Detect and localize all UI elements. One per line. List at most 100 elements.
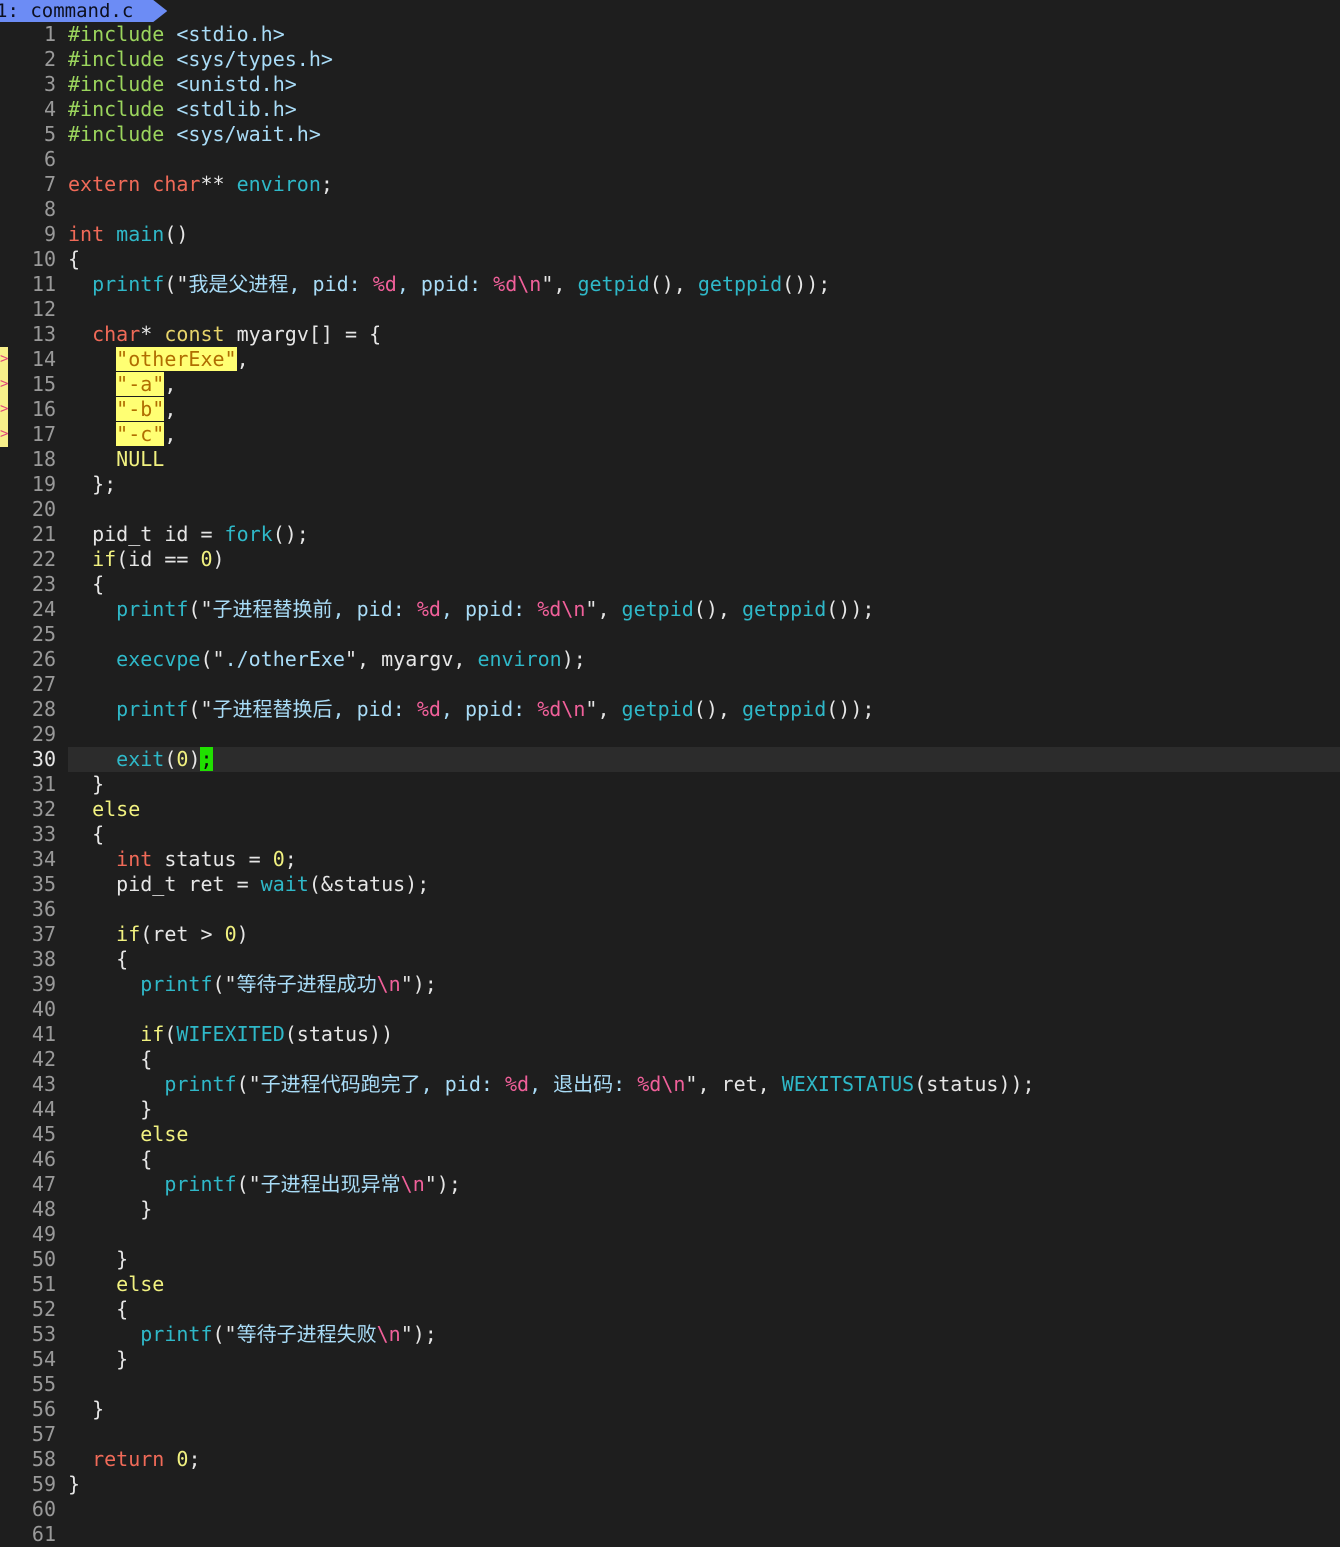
code-line[interactable]: 48 } [0, 1197, 1340, 1222]
code-token: <sys/types.h> [176, 47, 333, 71]
tab-command-c[interactable]: 1: command.c [0, 0, 167, 22]
code-line[interactable]: 19 }; [0, 472, 1340, 497]
line-number: 30 [31, 747, 56, 771]
line-text: char* const myargv[] = { [68, 322, 1340, 347]
code-line[interactable]: 60 [0, 1497, 1340, 1522]
code-token: getppid [741, 597, 827, 621]
line-text [68, 997, 1340, 1022]
code-token: ) [188, 747, 201, 771]
code-line[interactable]: 44 } [0, 1097, 1340, 1122]
code-line[interactable]: 8 [0, 197, 1340, 222]
code-line[interactable]: 11 printf("我是父进程, pid: %d, ppid: %d\n", … [0, 272, 1340, 297]
code-line[interactable]: 38 { [0, 947, 1340, 972]
code-line[interactable]: 7 extern char** environ; [0, 172, 1340, 197]
sign-column [0, 1397, 8, 1422]
code-token: (" [200, 647, 225, 671]
sign-column [0, 172, 8, 197]
code-token: getpid [577, 272, 650, 296]
code-line[interactable]: 28 printf("子进程替换后, pid: %d, ppid: %d\n",… [0, 697, 1340, 722]
code-line[interactable]: 54 } [0, 1347, 1340, 1372]
code-line[interactable]: 59} [0, 1472, 1340, 1497]
code-line[interactable]: 29 [0, 722, 1340, 747]
code-line[interactable]: 6 [0, 147, 1340, 172]
code-line[interactable]: 1 #include <stdio.h> [0, 22, 1340, 47]
line-text: else [68, 797, 1340, 822]
code-token: { [68, 1047, 153, 1071]
code-token: ", ret, [685, 1072, 782, 1096]
line-text [68, 1422, 1340, 1447]
code-line[interactable]: 21 pid_t id = fork(); [0, 522, 1340, 547]
code-line[interactable]: 47 printf("子进程出现异常\n"); [0, 1172, 1340, 1197]
line-text: } [68, 1197, 1340, 1222]
code-line[interactable]: 50 } [0, 1247, 1340, 1272]
code-line[interactable]: 14 "otherExe", [0, 347, 1340, 372]
code-line[interactable]: 42 { [0, 1047, 1340, 1072]
code-line[interactable]: 23 { [0, 572, 1340, 597]
code-line[interactable]: 43 printf("子进程代码跑完了, pid: %d, 退出码: %d\n"… [0, 1072, 1340, 1097]
code-line[interactable]: 41 if(WIFEXITED(status)) [0, 1022, 1340, 1047]
code-line[interactable]: 27 [0, 672, 1340, 697]
code-line[interactable]: 40 [0, 997, 1340, 1022]
code-token: ); [561, 647, 586, 671]
code-token: printf [116, 597, 189, 621]
code-line[interactable]: 25 [0, 622, 1340, 647]
code-token: #include [68, 122, 165, 146]
code-line[interactable]: 37 if(ret > 0) [0, 922, 1340, 947]
code-line[interactable]: 5 #include <sys/wait.h> [0, 122, 1340, 147]
code-line[interactable]: 22 if(id == 0) [0, 547, 1340, 572]
code-line[interactable]: 39 printf("等待子进程成功\n"); [0, 972, 1340, 997]
line-text: pid_t id = fork(); [68, 522, 1340, 547]
code-line[interactable]: 58 return 0; [0, 1447, 1340, 1472]
code-line[interactable]: 31 } [0, 772, 1340, 797]
code-line[interactable]: 52 { [0, 1297, 1340, 1322]
code-line[interactable]: 4 #include <stdlib.h> [0, 97, 1340, 122]
line-text: { [68, 822, 1340, 847]
code-line[interactable]: 9 int main() [0, 222, 1340, 247]
code-token: \n [376, 972, 401, 996]
line-number: 61 [31, 1522, 56, 1546]
code-token: #include [68, 22, 165, 46]
code-line[interactable]: 20 [0, 497, 1340, 522]
sign-marker-icon [0, 397, 8, 422]
code-line[interactable]: 30 exit(0); [0, 747, 1340, 772]
line-text [68, 147, 1340, 172]
code-line[interactable]: 16 "-b", [0, 397, 1340, 422]
code-line[interactable]: 45 else [0, 1122, 1340, 1147]
code-token: 0 [200, 547, 213, 571]
code-line[interactable]: 51 else [0, 1272, 1340, 1297]
code-line[interactable]: 49 [0, 1222, 1340, 1247]
code-line[interactable]: 18 NULL [0, 447, 1340, 472]
line-number: 58 [31, 1447, 56, 1471]
code-line[interactable]: 57 [0, 1422, 1340, 1447]
code-line[interactable]: 10 { [0, 247, 1340, 272]
code-line[interactable]: 55 [0, 1372, 1340, 1397]
line-number: 21 [31, 522, 56, 546]
code-line[interactable]: 24 printf("子进程替换前, pid: %d, ppid: %d\n",… [0, 597, 1340, 622]
code-line[interactable]: 32 else [0, 797, 1340, 822]
line-text: extern char** environ; [68, 172, 1340, 197]
line-text: "otherExe", [68, 347, 1340, 372]
line-number: 56 [31, 1397, 56, 1421]
code-line[interactable]: 26 execvpe("./otherExe", myargv, environ… [0, 647, 1340, 672]
code-line[interactable]: 13 char* const myargv[] = { [0, 322, 1340, 347]
code-line[interactable]: 2 #include <sys/types.h> [0, 47, 1340, 72]
code-editor[interactable]: 1 #include <stdio.h> 2 #include <sys/types.… [0, 22, 1340, 1547]
code-line[interactable]: 36 [0, 897, 1340, 922]
code-line[interactable]: 34 int status = 0; [0, 847, 1340, 872]
line-text: printf("子进程出现异常\n"); [68, 1172, 1340, 1197]
code-line[interactable]: 3 #include <unistd.h> [0, 72, 1340, 97]
code-token: else [92, 797, 141, 821]
code-line[interactable]: 56 } [0, 1397, 1340, 1422]
code-token: getpid [621, 597, 694, 621]
code-line[interactable]: 33 { [0, 822, 1340, 847]
code-line[interactable]: 15 "-a", [0, 372, 1340, 397]
code-line[interactable]: 17 "-c", [0, 422, 1340, 447]
code-line[interactable]: 12 [0, 297, 1340, 322]
code-line[interactable]: 46 { [0, 1147, 1340, 1172]
line-number: 8 [43, 197, 56, 221]
code-line[interactable]: 53 printf("等待子进程失败\n"); [0, 1322, 1340, 1347]
code-line[interactable]: 35 pid_t ret = wait(&status); [0, 872, 1340, 897]
code-line[interactable]: 61 [0, 1522, 1340, 1547]
